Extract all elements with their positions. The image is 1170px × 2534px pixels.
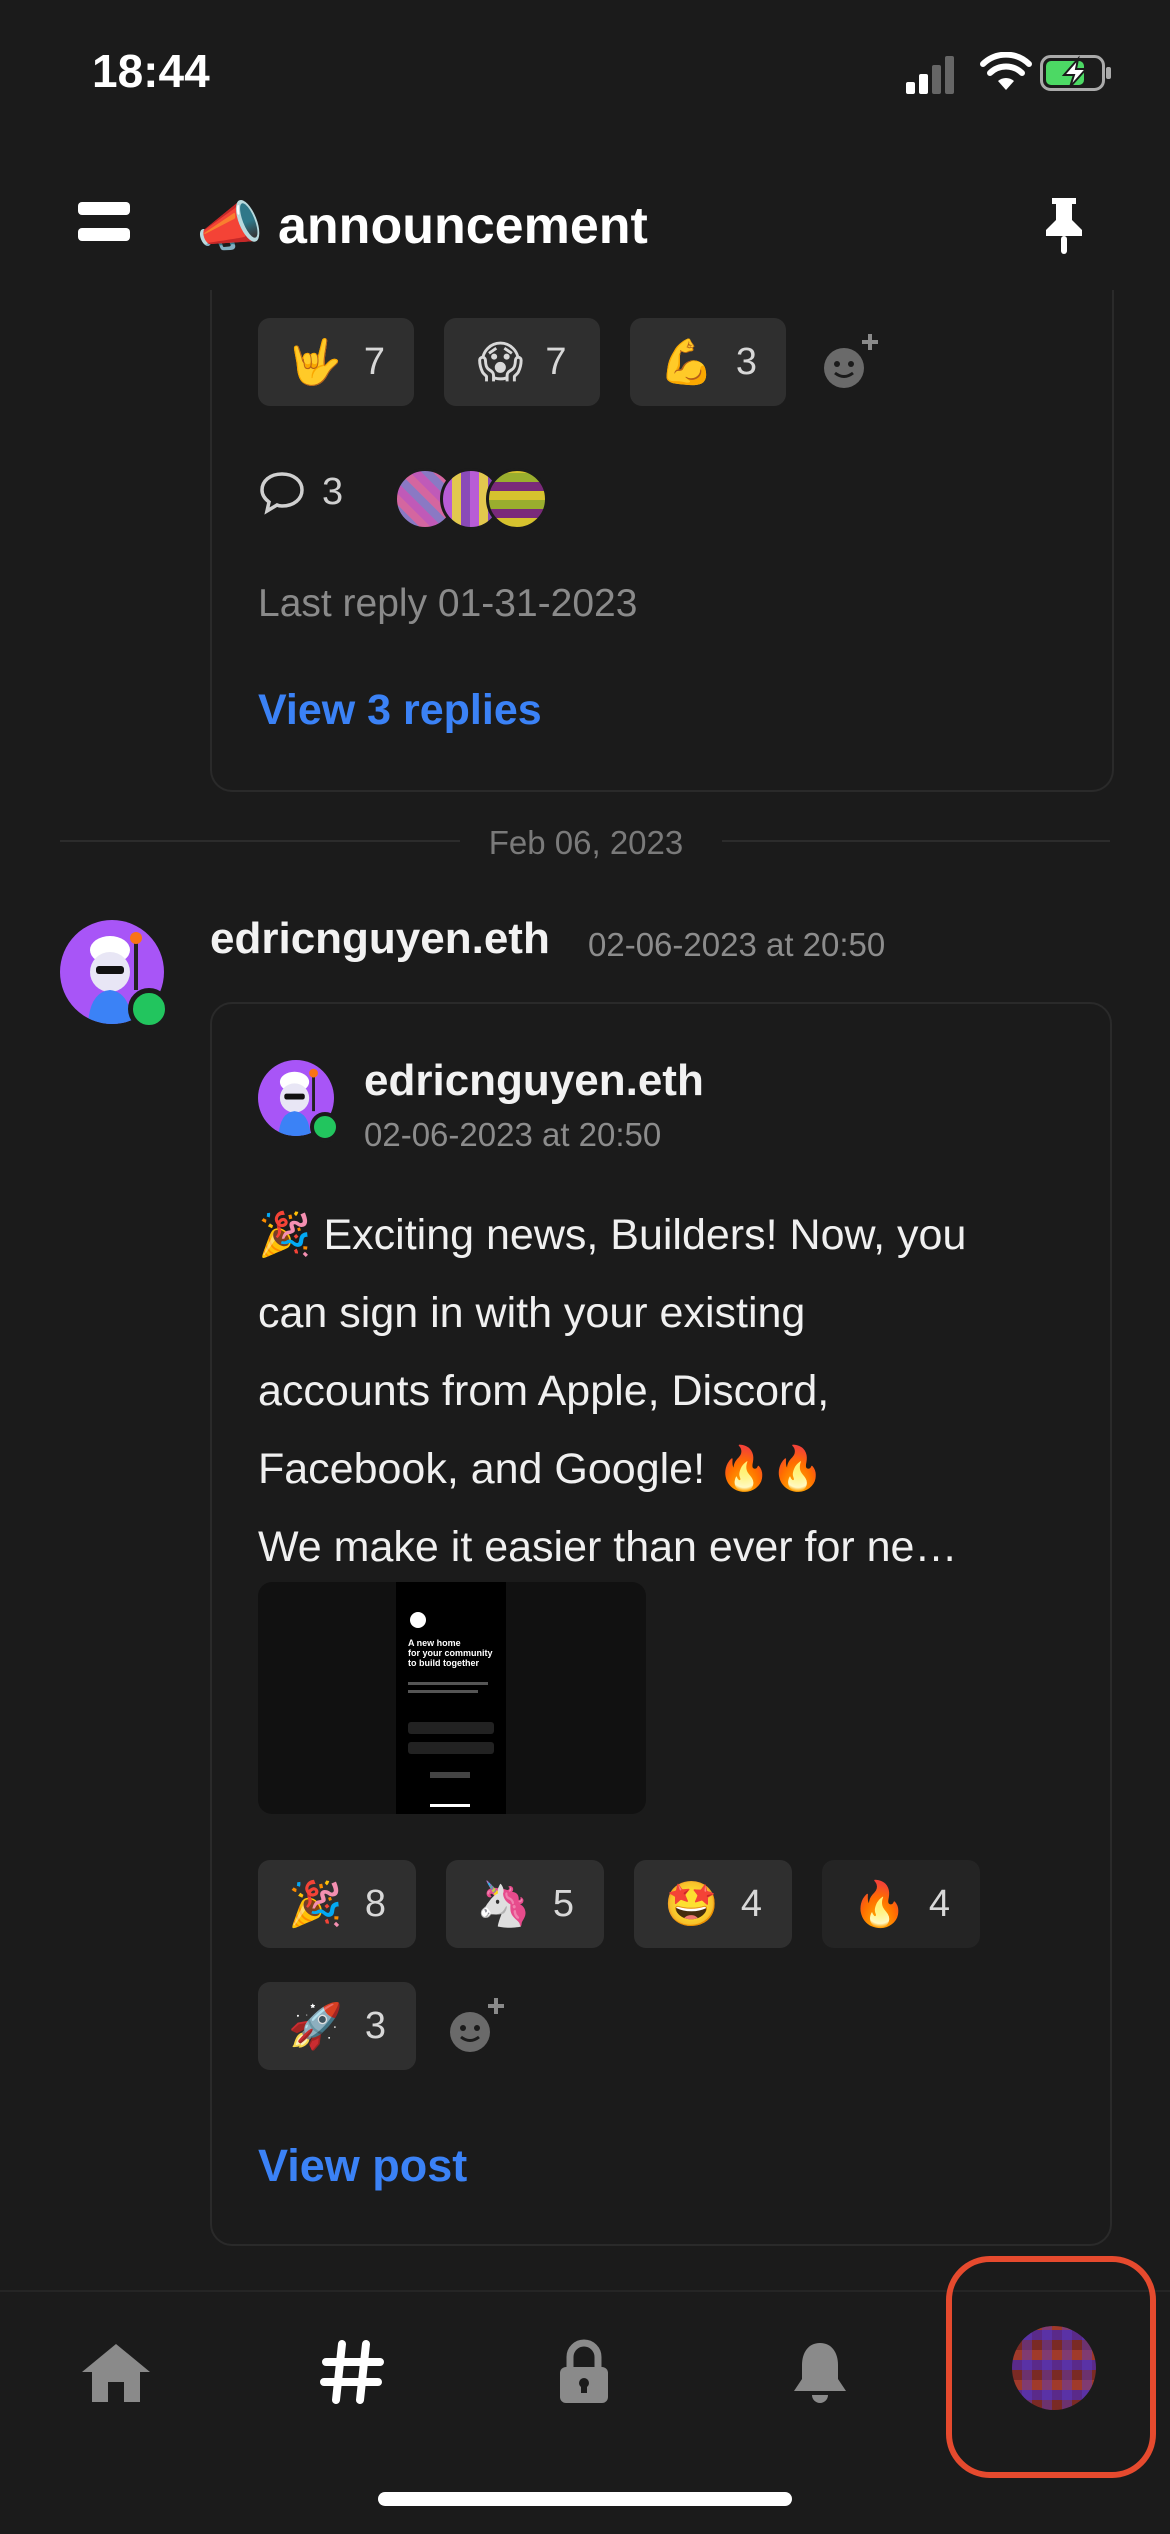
reply-count: 3: [322, 470, 344, 513]
add-reaction-icon[interactable]: [444, 1994, 508, 2058]
divider-line: [60, 840, 460, 842]
wifi-icon: [980, 52, 1032, 90]
lock-icon: [560, 2339, 608, 2403]
post-body-text: 🎉 Exciting news, Builders! Now, you can …: [258, 1211, 967, 1571]
reaction-count: 7: [545, 340, 567, 383]
profile-tab-highlight: [946, 2256, 1156, 2478]
post-timestamp: 02-06-2023 at 20:50: [588, 926, 886, 963]
channels-menu-icon[interactable]: [78, 202, 130, 246]
preview-phone-screen: A new home for your community to build t…: [396, 1582, 506, 1814]
reaction-chip[interactable]: 😱 7: [444, 318, 600, 406]
reaction-count: 8: [364, 1882, 386, 1925]
view-post-link[interactable]: View post: [258, 2140, 467, 2192]
reaction-emoji: 🤟: [287, 338, 342, 387]
divider-line: [722, 840, 1110, 842]
reaction-emoji: 🦄: [476, 1880, 531, 1929]
reaction-chip[interactable]: 💪 3: [630, 318, 786, 406]
tab-private[interactable]: [544, 2332, 624, 2412]
reaction-emoji: 🤩: [664, 1880, 719, 1929]
reaction-count: 3: [364, 2004, 386, 2047]
replier-avatar: [486, 468, 548, 530]
add-reaction-icon[interactable]: [818, 330, 882, 394]
reaction-emoji: 😱: [477, 337, 524, 387]
online-status-dot: [128, 988, 170, 1030]
battery-charging-icon: [1040, 55, 1111, 91]
reaction-emoji: 💪: [659, 338, 714, 387]
view-replies-link[interactable]: View 3 replies: [258, 686, 542, 735]
reaction-chip[interactable]: 🔥 4: [822, 1860, 980, 1948]
reaction-emoji: 🎉: [288, 1880, 343, 1929]
tab-notifications[interactable]: [780, 2332, 860, 2412]
preview-heading: A new home for your community to build t…: [408, 1638, 493, 1668]
reaction-chip[interactable]: 🚀 3: [258, 1982, 416, 2070]
home-indicator: [378, 2492, 792, 2506]
reaction-chip[interactable]: 🤩 4: [634, 1860, 792, 1948]
reaction-count: 3: [735, 340, 757, 383]
date-divider: Feb 06, 2023: [488, 824, 684, 861]
reaction-chip[interactable]: 🦄 5: [446, 1860, 604, 1948]
cellular-signal-icon: [906, 52, 954, 94]
reaction-chip[interactable]: 🎉 8: [258, 1860, 416, 1948]
reaction-count: 5: [552, 1882, 574, 1925]
online-status-dot: [310, 1112, 340, 1142]
inner-post-timestamp: 02-06-2023 at 20:50: [364, 1116, 662, 1153]
bell-icon: [794, 2343, 846, 2403]
megaphone-icon: 📣: [196, 197, 264, 257]
comment-icon: [260, 472, 304, 515]
status-time: 18:44: [92, 45, 210, 97]
hashtag-icon: [320, 2340, 384, 2404]
channel-title[interactable]: announcement: [278, 196, 648, 256]
inner-author-username: edricnguyen.eth: [364, 1056, 704, 1105]
last-reply-date: Last reply 01-31-2023: [258, 582, 638, 625]
author-username[interactable]: edricnguyen.eth: [210, 914, 550, 964]
reply-summary[interactable]: 3: [258, 468, 343, 516]
reaction-count: 4: [928, 1882, 950, 1925]
reaction-emoji: 🚀: [288, 2002, 343, 2051]
tab-home[interactable]: [76, 2332, 156, 2412]
tab-channels[interactable]: [312, 2332, 392, 2412]
pin-icon[interactable]: [1038, 196, 1090, 256]
reaction-chip[interactable]: 🤟 7: [258, 318, 414, 406]
image-preview[interactable]: A new home for your community to build t…: [258, 1582, 646, 1814]
home-icon: [82, 2344, 150, 2402]
reaction-count: 4: [740, 1882, 762, 1925]
reaction-emoji: 🔥: [852, 1880, 907, 1929]
reaction-count: 7: [363, 340, 385, 383]
